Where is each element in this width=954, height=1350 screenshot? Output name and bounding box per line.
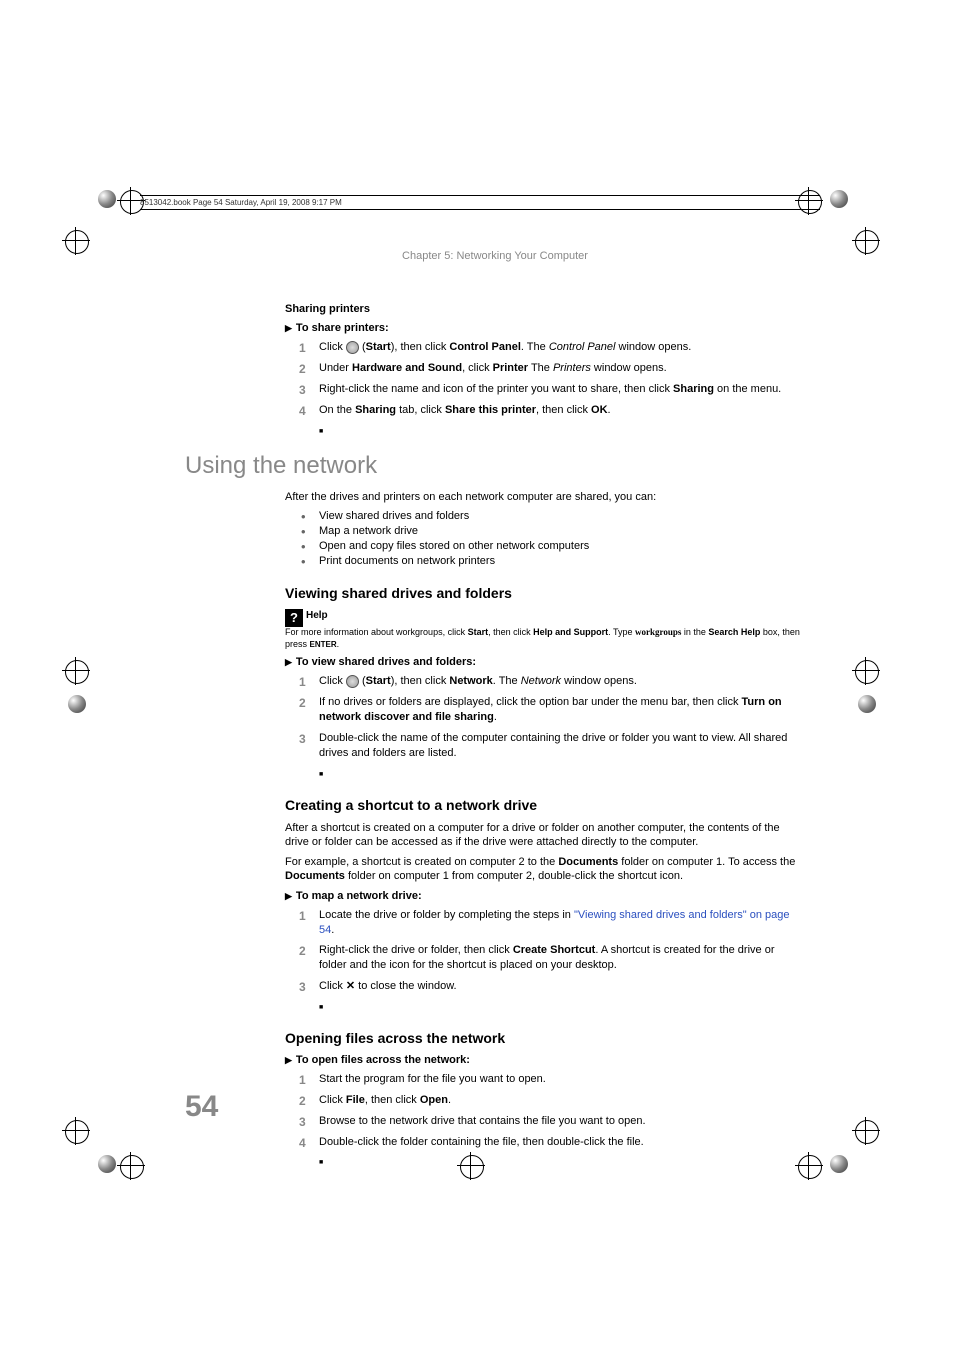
section-shortcut-title: Creating a shortcut to a network drive xyxy=(285,797,805,813)
step: 3Browse to the network drive that contai… xyxy=(299,1114,805,1129)
steps-map-drive: 1 Locate the drive or folder by completi… xyxy=(299,908,805,994)
book-metadata-line: 8513042.book Page 54 Saturday, April 19,… xyxy=(140,195,820,210)
print-ball xyxy=(830,190,848,208)
print-ball xyxy=(98,1155,116,1173)
step: 4Double-click the folder containing the … xyxy=(299,1135,805,1150)
page-content: Chapter 5: Networking Your Computer Shar… xyxy=(185,250,805,1173)
start-orb-icon xyxy=(346,675,359,688)
section-viewing-title: Viewing shared drives and folders xyxy=(285,585,805,601)
registration-mark xyxy=(65,1120,87,1142)
end-of-procedure-icon xyxy=(319,767,805,779)
steps-share-printers: 1 Click (Start), then click Control Pane… xyxy=(299,340,805,417)
registration-mark xyxy=(120,190,142,212)
section-using-network-title: Using the network xyxy=(185,452,805,480)
section-sharing-printers-title: Sharing printers xyxy=(285,302,805,316)
step: 1 Click (Start), then click Control Pane… xyxy=(299,340,805,355)
list-item: Open and copy files stored on other netw… xyxy=(299,540,805,552)
help-box: ?Help For more information about workgro… xyxy=(285,609,805,650)
step: 3 Right-click the name and icon of the p… xyxy=(299,382,805,397)
step: 1 Click (Start), then click Network. The… xyxy=(299,674,805,689)
list-item: View shared drives and folders xyxy=(299,510,805,522)
print-ball xyxy=(830,1155,848,1173)
steps-view-shared: 1 Click (Start), then click Network. The… xyxy=(299,674,805,760)
steps-open-files: 1Start the program for the file you want… xyxy=(299,1072,805,1149)
step: 2 If no drives or folders are displayed,… xyxy=(299,695,805,725)
registration-mark xyxy=(855,660,877,682)
registration-mark xyxy=(855,1120,877,1142)
para: For example, a shortcut is created on co… xyxy=(285,855,805,884)
registration-mark xyxy=(120,1155,142,1177)
step: 1 Locate the drive or folder by completi… xyxy=(299,908,805,938)
print-ball xyxy=(68,695,86,713)
section-open-files-title: Opening files across the network xyxy=(285,1030,805,1046)
page-number: 54 xyxy=(185,1090,218,1124)
proc-map-drive-title: To map a network drive: xyxy=(285,890,805,902)
list-item: Map a network drive xyxy=(299,525,805,537)
proc-open-files-title: To open files across the network: xyxy=(285,1054,805,1066)
help-icon: ? xyxy=(285,609,303,627)
close-icon: ✕ xyxy=(346,980,355,992)
proc-share-printers-title: To share printers: xyxy=(285,322,805,334)
para: After a shortcut is created on a compute… xyxy=(285,821,805,850)
registration-mark xyxy=(855,230,877,252)
step: 3 Double-click the name of the computer … xyxy=(299,731,805,761)
list-item: Print documents on network printers xyxy=(299,555,805,567)
step: 4 On the Sharing tab, click Share this p… xyxy=(299,403,805,418)
step: 1Start the program for the file you want… xyxy=(299,1072,805,1087)
step: 3 Click ✕ to close the window. xyxy=(299,979,805,994)
chapter-header: Chapter 5: Networking Your Computer xyxy=(185,250,805,262)
step: 2 Click File, then click Open. xyxy=(299,1093,805,1108)
print-ball xyxy=(858,695,876,713)
registration-mark xyxy=(65,660,87,682)
para: After the drives and printers on each ne… xyxy=(285,490,805,504)
registration-mark xyxy=(65,230,87,252)
proc-view-shared-title: To view shared drives and folders: xyxy=(285,656,805,668)
end-of-procedure-icon xyxy=(319,1000,805,1012)
step: 2 Under Hardware and Sound, click Printe… xyxy=(299,361,805,376)
end-of-procedure-icon xyxy=(319,1155,805,1167)
end-of-procedure-icon xyxy=(319,424,805,436)
print-ball xyxy=(98,190,116,208)
start-orb-icon xyxy=(346,341,359,354)
bullet-list: View shared drives and folders Map a net… xyxy=(299,510,805,567)
step: 2 Right-click the drive or folder, then … xyxy=(299,943,805,973)
